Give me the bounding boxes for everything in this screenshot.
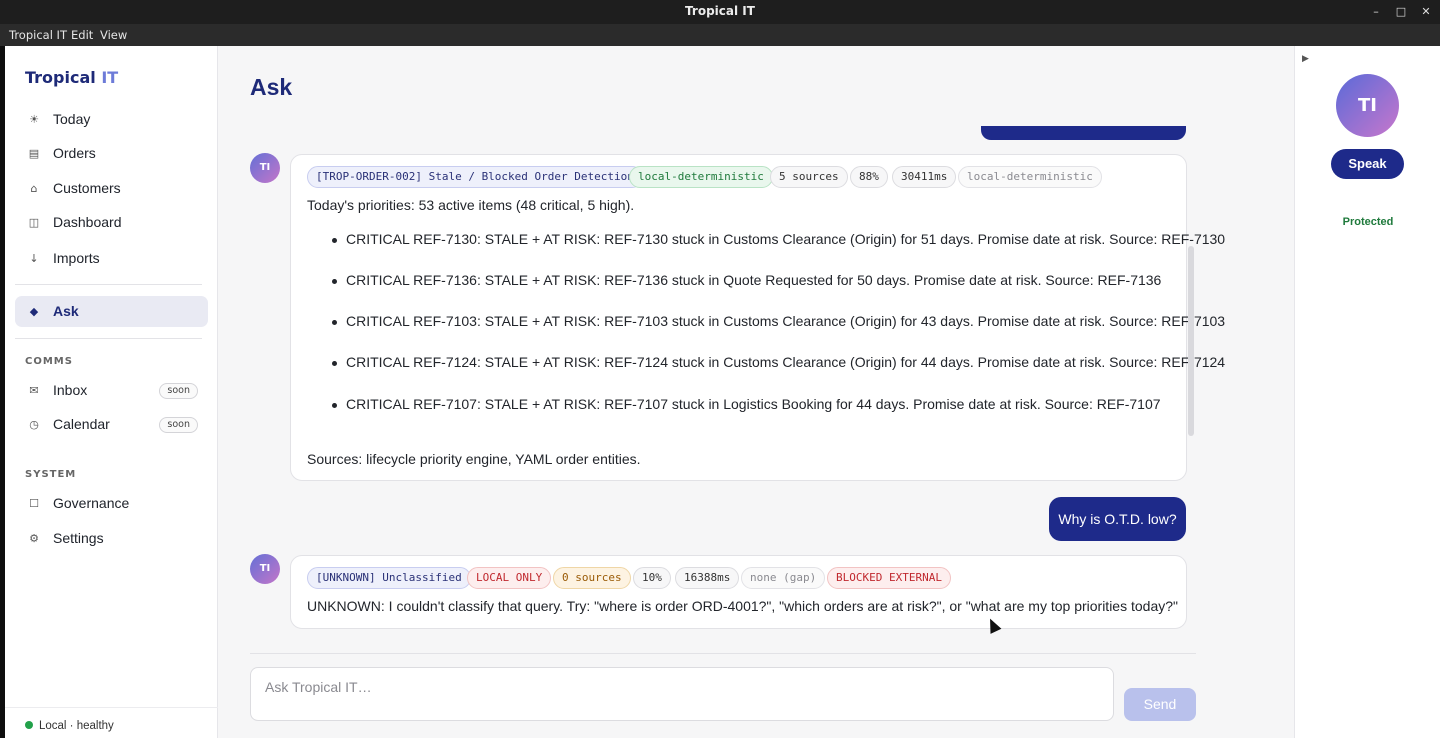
menu-app[interactable]: Tropical IT: [9, 28, 67, 42]
sidebar-divider: [15, 284, 202, 285]
home-icon: ⌂: [30, 182, 38, 195]
close-icon[interactable]: ✕: [1418, 4, 1434, 20]
message-intro: Today's priorities: 53 active items (48 …: [307, 197, 635, 213]
sidebar-item-label: Imports: [53, 250, 100, 266]
status-dot-icon: [25, 721, 33, 729]
latency-chip: 16388ms: [675, 567, 740, 589]
sidebar-footer-divider: [5, 707, 218, 708]
engine-chip: local-deterministic: [629, 166, 773, 188]
square-icon: ☐: [29, 497, 39, 510]
ask-main: Ask TI [TROP-ORDER-002] Stale / Blocked …: [219, 46, 1294, 738]
assistant-avatar-large: TI: [1336, 74, 1399, 137]
sidebar-item-label: Dashboard: [53, 214, 122, 230]
brand-accent: IT: [101, 68, 119, 87]
scope-chip: LOCAL ONLY: [467, 567, 552, 589]
diamond-icon: ◆: [29, 305, 39, 318]
sidebar-item-governance[interactable]: ☐ Governance: [15, 488, 208, 519]
page-title: Ask: [250, 74, 293, 100]
app-menubar: Tropical IT Edit View: [0, 24, 1440, 46]
protected-status: Protected: [1342, 216, 1394, 228]
sidebar-item-orders[interactable]: ▤ Orders: [15, 138, 208, 169]
sidebar-item-label: Calendar: [53, 416, 110, 432]
soon-badge: soon: [159, 417, 198, 433]
sources-chip: 0 sources: [553, 567, 631, 589]
ask-input[interactable]: [251, 668, 1113, 706]
sidebar-item-inbox[interactable]: ✉ Inbox soon: [15, 375, 208, 406]
sidebar-item-label: Ask: [53, 303, 79, 319]
list-item: CRITICAL REF-7107: STALE + AT RISK: REF-…: [332, 396, 1161, 412]
intent-chip: [TROP-ORDER-002] Stale / Blocked Order D…: [307, 166, 643, 188]
intent-chip: [UNKNOWN] Unclassified: [307, 567, 471, 589]
sidebar-item-ask[interactable]: ◆ Ask: [15, 296, 208, 327]
collapse-panel-icon[interactable]: ▶: [1302, 54, 1309, 64]
assistant-message-card: [TROP-ORDER-002] Stale / Blocked Order D…: [290, 154, 1225, 481]
sun-icon: ☀: [29, 113, 39, 126]
gear-icon: ⚙: [29, 532, 39, 545]
speak-button[interactable]: Speak: [1331, 149, 1404, 179]
dashboard-icon: ◫: [28, 216, 40, 229]
assistant-message-card: [UNKNOWN] Unclassified LOCAL ONLY 0 sour…: [290, 555, 1187, 629]
message-text: UNKNOWN: I couldn't classify that query.…: [307, 598, 1178, 614]
status-text: Local · healthy: [39, 720, 114, 732]
minimize-icon[interactable]: –: [1368, 4, 1384, 20]
sidebar-item-label: Settings: [53, 530, 104, 546]
sidebar-item-today[interactable]: ☀ Today: [15, 104, 208, 135]
download-icon: ↓: [29, 252, 39, 265]
list-item: CRITICAL REF-7136: STALE + AT RISK: REF-…: [331, 272, 1162, 288]
list-item: CRITICAL REF-7130: STALE + AT RISK: REF-…: [331, 231, 1226, 247]
brand-primary: Tropical: [25, 68, 96, 87]
assistant-avatar: TI: [250, 153, 280, 183]
composer-divider: [250, 653, 1196, 654]
section-label-system: SYSTEM: [25, 469, 77, 480]
message-sources: Sources: lifecycle priority engine, YAML…: [307, 451, 641, 467]
sidebar-item-label: Governance: [53, 495, 130, 511]
window-title: Tropical IT: [685, 4, 755, 18]
route-chip: local-deterministic: [958, 166, 1102, 188]
blocked-chip: BLOCKED EXTERNAL: [827, 567, 951, 589]
sidebar-item-label: Customers: [53, 180, 121, 196]
sidebar-item-settings[interactable]: ⚙ Settings: [15, 523, 208, 554]
health-status: Local · healthy: [25, 720, 114, 732]
send-button[interactable]: Send: [1124, 688, 1196, 721]
confidence-chip: 88%: [850, 166, 888, 188]
list-item: CRITICAL REF-7103: STALE + AT RISK: REF-…: [331, 313, 1226, 329]
maximize-icon[interactable]: □: [1393, 4, 1409, 20]
menu-edit[interactable]: Edit: [71, 28, 93, 42]
sidebar-item-calendar[interactable]: ◷ Calendar soon: [15, 409, 208, 440]
sidebar-item-label: Orders: [53, 145, 96, 161]
latency-chip: 30411ms: [892, 166, 957, 188]
orders-icon: ▤: [28, 147, 40, 160]
brand-logo[interactable]: Tropical IT: [25, 68, 118, 87]
composer: [250, 667, 1114, 721]
sidebar-item-dashboard[interactable]: ◫ Dashboard: [15, 207, 208, 238]
user-message-bubble: Why is O.T.D. low?: [1049, 497, 1186, 541]
assistant-panel: ▶ TI Speak Protected: [1294, 46, 1440, 738]
assistant-avatar: TI: [250, 554, 280, 584]
confidence-chip: 10%: [633, 567, 671, 589]
list-item: CRITICAL REF-7124: STALE + AT RISK: REF-…: [331, 354, 1226, 370]
os-titlebar: Tropical IT – □ ✕: [0, 0, 1440, 24]
sidebar: Tropical IT ☀ Today ▤ Orders ⌂ Customers…: [5, 46, 218, 738]
sources-chip: 5 sources: [770, 166, 848, 188]
chat-scrollbar[interactable]: [1188, 246, 1194, 436]
sidebar-item-customers[interactable]: ⌂ Customers: [15, 173, 208, 204]
sidebar-divider: [15, 338, 202, 339]
previous-user-bubble: [981, 126, 1186, 140]
sidebar-item-label: Today: [53, 111, 91, 127]
menu-view[interactable]: View: [100, 28, 127, 42]
clock-icon: ◷: [29, 418, 39, 431]
sidebar-item-imports[interactable]: ↓ Imports: [15, 243, 208, 274]
app-window: Tropical IT ☀ Today ▤ Orders ⌂ Customers…: [5, 46, 1440, 738]
section-label-comms: COMMS: [25, 356, 73, 367]
mail-icon: ✉: [29, 384, 39, 397]
route-chip: none (gap): [741, 567, 826, 589]
sidebar-item-label: Inbox: [53, 382, 88, 398]
soon-badge: soon: [159, 383, 198, 399]
